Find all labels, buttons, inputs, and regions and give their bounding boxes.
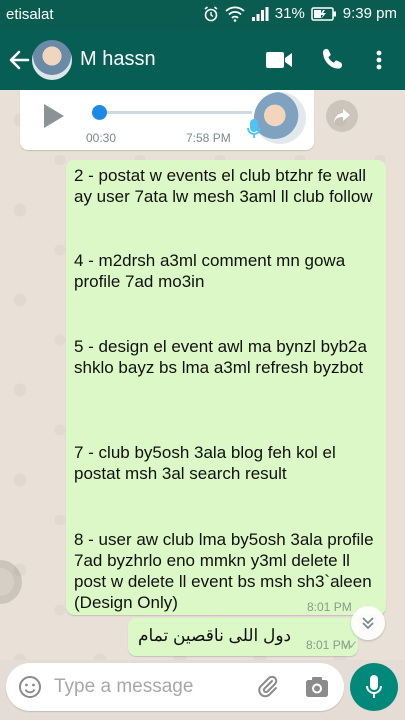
carrier-name: etisalat xyxy=(6,6,54,23)
outgoing-message[interactable]: دول اللى ناقصين تمام 8:01 PM ✓✓ xyxy=(128,618,358,656)
sender-avatar xyxy=(254,92,306,144)
scroll-down-button[interactable] xyxy=(351,606,385,640)
phone-icon[interactable] xyxy=(321,47,345,71)
share-icon xyxy=(334,109,350,123)
contact-name[interactable]: M hassn xyxy=(80,48,156,71)
voice-duration: 00:30 xyxy=(86,131,117,145)
emoji-icon[interactable] xyxy=(18,675,42,699)
message-composer xyxy=(6,663,344,711)
video-call-icon[interactable] xyxy=(265,50,293,70)
chat-area[interactable]: 00:30 7:58 PM 2 - postat w events el clu… xyxy=(0,90,405,660)
mic-icon xyxy=(366,675,382,698)
status-bar: etisalat 31% 9:39 pm xyxy=(0,0,405,30)
battery-icon xyxy=(311,6,336,21)
message-paragraph: 2 - postat w events el club btzhr fe wal… xyxy=(74,166,373,206)
floating-handle[interactable] xyxy=(0,560,22,604)
clock: 9:39 pm xyxy=(342,5,397,22)
outgoing-message[interactable]: 2 - postat w events el club btzhr fe wal… xyxy=(66,160,386,615)
more-vert-icon[interactable] xyxy=(372,48,386,72)
share-button[interactable] xyxy=(326,100,358,132)
message-input[interactable] xyxy=(54,673,244,701)
voice-message[interactable]: 00:30 7:58 PM xyxy=(20,90,314,150)
message-paragraph: 7 - club by5osh 3ala blog feh kol el pos… xyxy=(74,443,336,483)
message-paragraph: 4 - m2drsh a3ml comment mn gowa profile … xyxy=(74,251,346,291)
contact-avatar[interactable] xyxy=(32,40,72,80)
double-check-icon: ✓✓ xyxy=(342,638,358,652)
status-icons: 31% 9:39 pm xyxy=(203,5,397,22)
voice-progress-knob[interactable] xyxy=(92,105,107,120)
mic-icon xyxy=(247,119,261,138)
mic-button[interactable] xyxy=(350,663,398,711)
message-text: دول اللى ناقصين تمام xyxy=(138,626,292,645)
alarm-icon xyxy=(204,5,218,21)
play-icon[interactable] xyxy=(42,102,66,130)
double-chevron-down-icon xyxy=(362,617,374,630)
chat-header: M hassn xyxy=(0,30,405,90)
battery-percent: 31% xyxy=(274,5,305,22)
signal-icon xyxy=(251,6,269,21)
back-arrow-icon[interactable] xyxy=(6,46,32,74)
message-timestamp: 8:01 PM xyxy=(307,600,352,614)
wifi-icon xyxy=(225,6,245,22)
voice-progress-track[interactable] xyxy=(92,111,252,114)
attach-icon[interactable] xyxy=(256,675,280,699)
message-paragraph: 5 - design el event awl ma bynzl byb2a s… xyxy=(74,337,367,377)
voice-timestamp: 7:58 PM xyxy=(186,131,231,145)
camera-icon[interactable] xyxy=(304,675,330,699)
